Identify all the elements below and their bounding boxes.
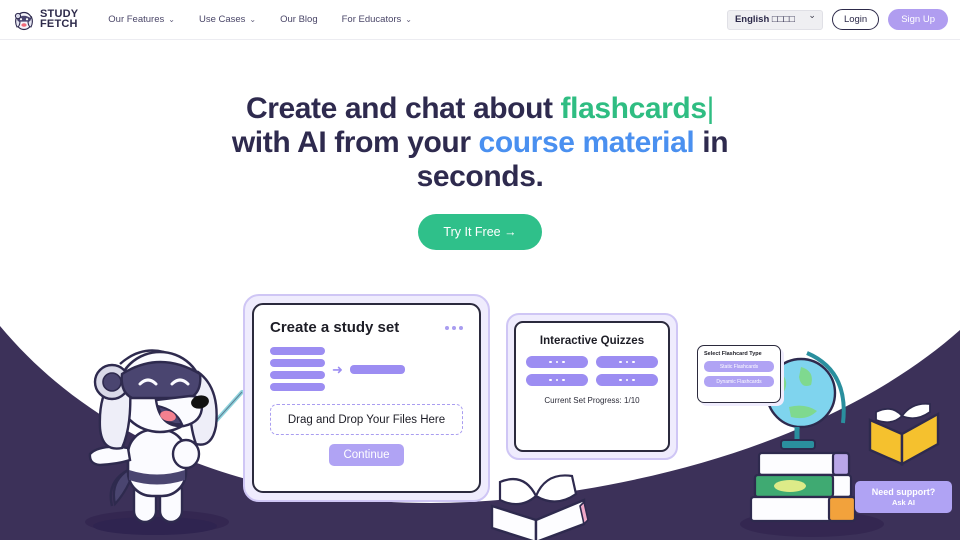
static-flashcards-option[interactable]: Static Flashcards (704, 361, 774, 372)
headline-line1-prefix: Create and chat about (245, 92, 561, 125)
headline-line2-suffix: in (694, 126, 729, 159)
language-selector[interactable]: English □□□□ (726, 9, 823, 30)
quiz-options-grid (526, 356, 658, 386)
quiz-option[interactable] (526, 374, 588, 386)
dog-mascot-icon (12, 8, 36, 32)
continue-button[interactable]: Continue (329, 444, 404, 466)
quiz-option[interactable] (526, 356, 588, 368)
nav-item-use-cases-label: Use Cases (198, 14, 246, 25)
chevron-down-icon: ⌄ (405, 15, 412, 24)
nav-item-our-features-label: Our Features (108, 14, 165, 25)
study-card-visual: ➜ (270, 347, 463, 391)
file-dropzone-label: Drag and Drop Your Files Here (287, 413, 446, 426)
chevron-down-icon: ⌄ (249, 15, 257, 24)
try-it-free-button[interactable]: Try It Free → (418, 214, 542, 250)
nav-item-our-blog-label: Our Blog (280, 14, 318, 25)
quiz-progress-value: 1/10 (624, 396, 640, 405)
nav-item-our-blog[interactable]: Our Blog (280, 14, 318, 25)
study-card-title: Create a study set (270, 319, 400, 336)
quiz-option[interactable] (596, 374, 658, 386)
typing-caret: | (706, 92, 715, 125)
headline-keyword-course-material: course material (478, 126, 695, 159)
logo-line-2: FETCH (40, 17, 78, 30)
login-button[interactable]: Login (831, 9, 880, 30)
logo[interactable]: STUDY FETCH (12, 8, 78, 32)
logo-text: STUDY FETCH (40, 9, 78, 30)
dynamic-flashcards-option[interactable]: Dynamic Flashcards (704, 376, 774, 387)
open-book-white-illustration (490, 474, 589, 540)
quiz-card-title: Interactive Quizzes (539, 335, 645, 347)
nav-item-for-educators[interactable]: For Educators ⌄ (342, 14, 412, 25)
create-study-set-card-body: Create a study set ➜ Drag and Drop Your … (252, 303, 481, 493)
quiz-option[interactable] (596, 356, 658, 368)
document-bar (270, 359, 325, 367)
document-bar (270, 383, 325, 391)
hero-section: Create and chat about flashcards| with A… (0, 92, 960, 250)
chevron-down-icon: ⌄ (168, 15, 175, 24)
headline-keyword-flashcards: flashcards (560, 92, 707, 125)
study-card-header: Create a study set (270, 319, 463, 336)
support-widget[interactable]: Need support? Ask AI (855, 481, 952, 513)
open-book-yellow-illustration (868, 402, 940, 467)
arrow-right-icon: ➜ (332, 361, 343, 377)
support-widget-title: Need support? (871, 487, 936, 497)
nav-actions: English □□□□ Login Sign Up (726, 9, 948, 30)
document-bars (270, 347, 325, 391)
page-title: Create and chat about flashcards| with A… (0, 92, 960, 194)
headline-line2-prefix: with AI from your (231, 126, 479, 159)
dog-mascot-illustration (88, 349, 244, 535)
file-dropzone[interactable]: Drag and Drop Your Files Here (270, 404, 463, 435)
more-options-icon[interactable] (445, 325, 463, 330)
language-selector-wrapper: English □□□□ (726, 9, 823, 30)
quiz-progress-label: Current Set Progress: (544, 396, 622, 405)
signup-button[interactable]: Sign Up (888, 9, 948, 30)
document-bar (270, 347, 325, 355)
nav-item-our-features[interactable]: Our Features ⌄ (108, 14, 175, 25)
top-navigation-bar: STUDY FETCH Our Features ⌄ Use Cases ⌄ O… (0, 0, 960, 40)
nav-item-use-cases[interactable]: Use Cases ⌄ (199, 14, 256, 25)
flashcard-type-title: Select Flashcard Type (704, 351, 762, 357)
create-study-set-card: Create a study set ➜ Drag and Drop Your … (243, 294, 490, 502)
select-flashcard-type-card: Select Flashcard Type Static Flashcards … (697, 345, 781, 403)
quiz-progress: Current Set Progress: 1/10 (526, 396, 658, 405)
nav-links: Our Features ⌄ Use Cases ⌄ Our Blog For … (108, 14, 412, 25)
support-widget-subtitle: Ask AI (891, 498, 916, 507)
headline-line3: seconds. (416, 160, 544, 193)
nav-item-for-educators-label: For Educators (341, 14, 402, 25)
interactive-quizzes-card: Interactive Quizzes Current Set Progress… (506, 313, 678, 460)
document-bar (270, 371, 325, 379)
result-bar (349, 364, 405, 374)
interactive-quizzes-card-body: Interactive Quizzes Current Set Progress… (514, 321, 670, 452)
